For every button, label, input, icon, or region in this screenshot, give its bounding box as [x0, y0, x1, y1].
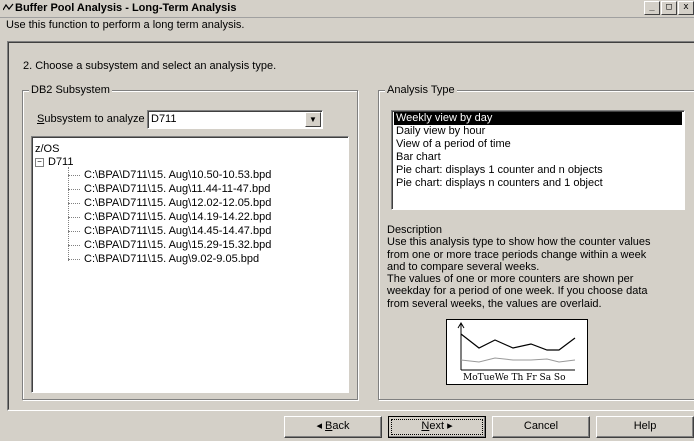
analysis-type-item[interactable]: Pie chart: displays n counters and 1 obj… [394, 177, 682, 190]
tree-root[interactable]: z/OS [35, 143, 59, 155]
tree-file-item[interactable]: C:\BPA\D711\15. Aug\15.29-15.32.bpd [68, 239, 271, 251]
help-button[interactable]: Help [596, 416, 694, 438]
preview-days: MoTueWe Th Fr Sa So [463, 373, 566, 383]
db2-group-legend: DB2 Subsystem [29, 84, 112, 96]
description-line: from several weeks, the values are overl… [387, 297, 602, 310]
description-title: Description [387, 224, 443, 236]
description-line: weekday for a period of one week. If you… [387, 285, 648, 298]
trace-file-tree[interactable]: z/OS − D711 C:\BPA\D711\15. Aug\10.50-10.… [31, 136, 349, 393]
subsystem-value: D711 [151, 113, 177, 125]
subsystem-select[interactable]: D711 ▼ [147, 110, 323, 129]
tree-file-item[interactable]: C:\BPA\D711\15. Aug\12.02-12.05.bpd [68, 197, 271, 209]
back-button[interactable]: ◂ Back [284, 416, 382, 438]
title-bar: Buffer Pool Analysis - Long-Term Analysi… [0, 0, 694, 18]
next-button[interactable]: Next ▸ [388, 416, 486, 438]
analysis-type-item[interactable]: Pie chart: displays 1 counter and n obje… [394, 164, 682, 177]
weekly-chart-preview: MoTueWe Th Fr Sa So [446, 319, 588, 385]
tree-file-item[interactable]: C:\BPA\D711\15. Aug\10.50-10.53.bpd [68, 169, 271, 181]
db2-subsystem-group: DB2 Subsystem Subsystem to analyze D711 … [22, 84, 358, 400]
description-line: from one or more trace periods change wi… [387, 248, 647, 261]
tree-file-item[interactable]: C:\BPA\D711\15. Aug\11.44-11-47.bpd [68, 183, 270, 195]
collapse-icon[interactable]: − [35, 157, 44, 167]
maximize-button[interactable]: □ [661, 1, 677, 15]
description-line: The values of one or more counters are s… [387, 273, 634, 286]
analysis-type-group: Analysis Type Weekly view by day Daily v… [378, 84, 694, 400]
analysis-type-item[interactable]: Bar chart [394, 151, 682, 164]
chevron-down-icon[interactable]: ▼ [305, 112, 321, 127]
tree-file-item[interactable]: C:\BPA\D711\15. Aug\9.02-9.05.bpd [68, 253, 259, 265]
analysis-type-item[interactable]: Daily view by hour [394, 125, 682, 138]
app-icon [3, 3, 14, 11]
analysis-type-item[interactable]: Weekly view by day [394, 112, 682, 125]
analysis-group-legend: Analysis Type [385, 84, 457, 96]
cancel-button[interactable]: Cancel [492, 416, 590, 438]
analysis-type-list[interactable]: Weekly view by day Daily view by hour Vi… [391, 110, 685, 210]
subsystem-label: Subsystem to analyze [37, 113, 145, 125]
close-button[interactable]: x [678, 1, 694, 15]
description-line: and to compare several weeks. [387, 260, 540, 273]
preview-chart-icon: MoTueWe Th Fr Sa So [457, 322, 576, 383]
intro-text: Use this function to perform a long term… [6, 19, 245, 31]
window-title: Buffer Pool Analysis - Long-Term Analysi… [15, 2, 237, 14]
step-heading: 2. Choose a subsystem and select an anal… [23, 60, 277, 72]
analysis-type-item[interactable]: View of a period of time [394, 138, 682, 151]
description: Description Use this analysis type to sh… [387, 224, 687, 310]
minimize-button[interactable]: _ [644, 1, 660, 15]
description-line: Use this analysis type to show how the c… [387, 236, 651, 249]
tree-file-item[interactable]: C:\BPA\D711\15. Aug\14.19-14.22.bpd [68, 211, 271, 223]
tree-file-item[interactable]: C:\BPA\D711\15. Aug\14.45-14.47.bpd [68, 225, 271, 237]
